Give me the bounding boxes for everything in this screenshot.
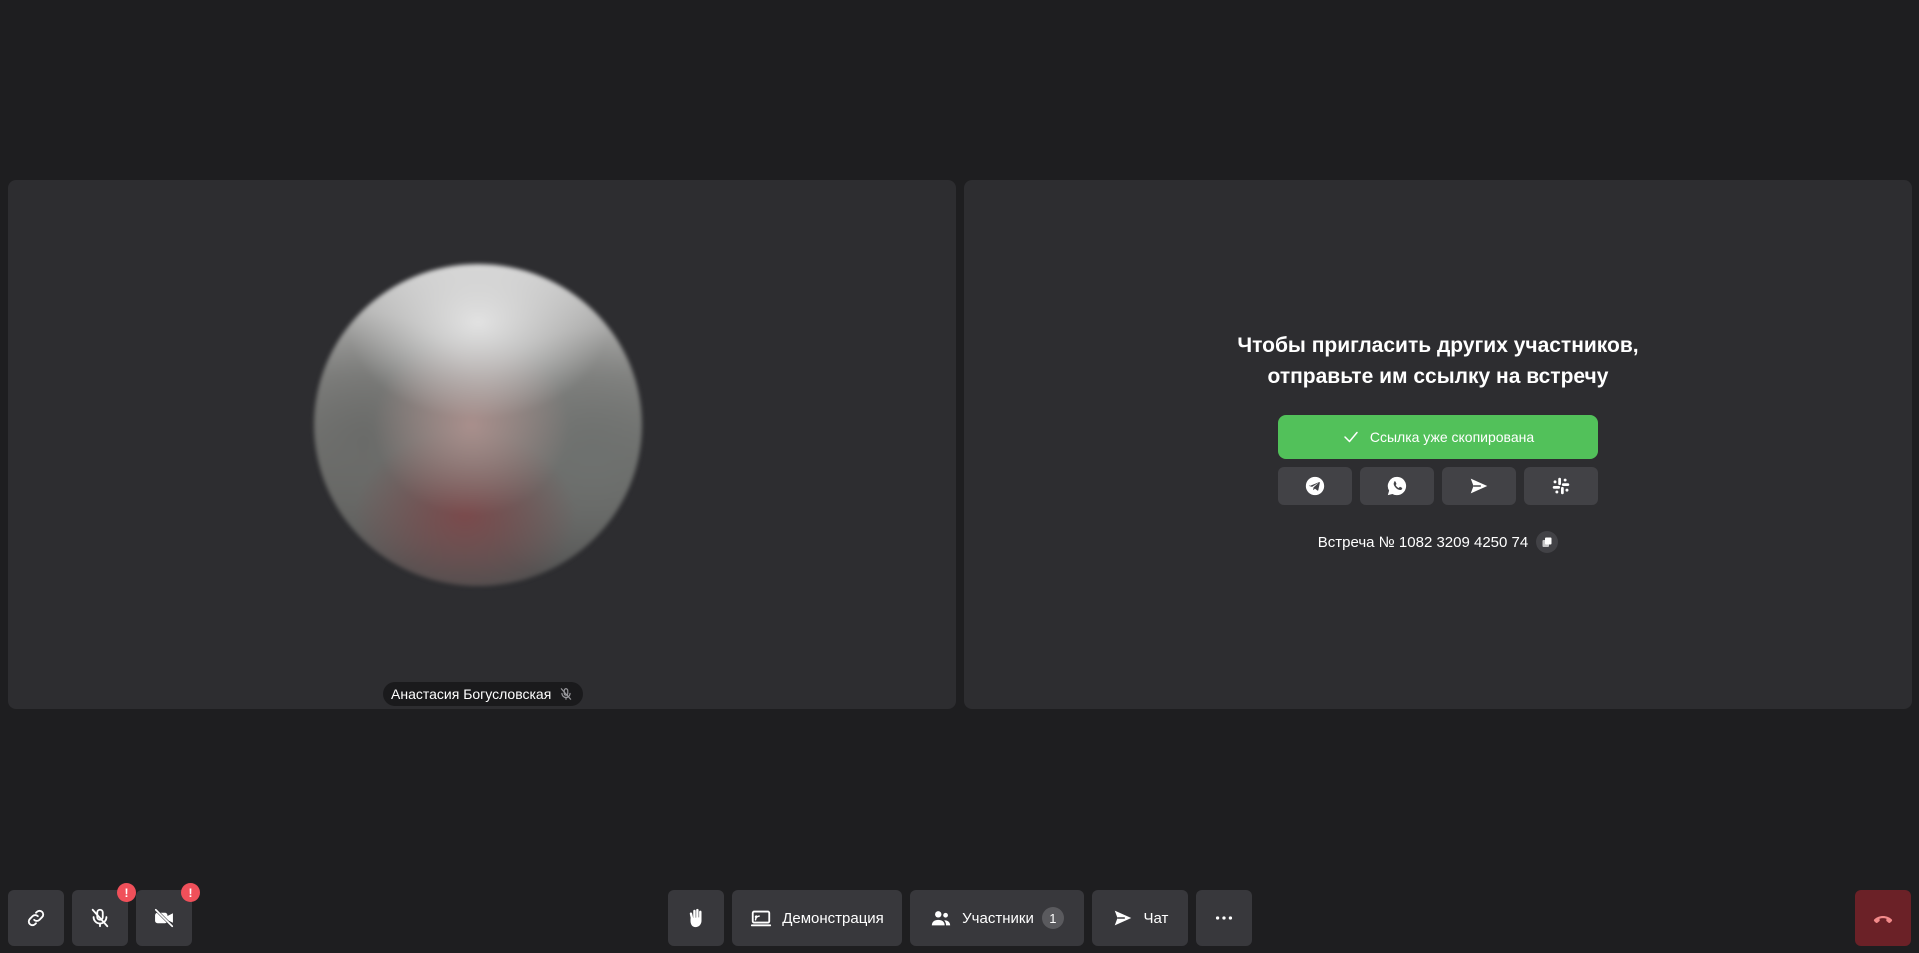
participant-avatar (314, 264, 642, 586)
link-icon (27, 909, 45, 927)
chat-button[interactable]: Чат (1092, 890, 1188, 946)
more-dots-icon (1215, 916, 1233, 920)
participants-icon (931, 911, 951, 926)
meeting-number-row: Встреча № 1082 3209 4250 74 (1317, 531, 1559, 553)
whatsapp-icon (1387, 476, 1407, 496)
telegram-icon (1305, 476, 1325, 496)
camera-toggle-button[interactable]: ! (136, 883, 200, 946)
camera-off-icon (154, 908, 174, 928)
send-icon (1470, 478, 1488, 494)
copy-meeting-number-button[interactable] (1536, 531, 1559, 553)
mic-alert-badge: ! (117, 883, 136, 902)
invite-title-line2: отправьте им ссылку на встречу (1267, 365, 1609, 388)
share-send-button[interactable] (1442, 467, 1516, 505)
mic-off-icon (91, 908, 109, 928)
screen-share-button[interactable]: Демонстрация (732, 890, 902, 946)
meeting-screen: Анастасия Богусловская Чтобы пригласить … (0, 0, 1919, 953)
invite-title: Чтобы пригласить других участников, отпр… (1237, 330, 1638, 392)
microphone-toggle-button[interactable]: ! (72, 883, 136, 946)
share-telegram-button[interactable] (1278, 467, 1352, 505)
meeting-number: Встреча № 1082 3209 4250 74 (1317, 533, 1529, 551)
copy-link-label: Ссылка уже скопирована (1369, 429, 1535, 445)
slack-icon (1552, 477, 1570, 495)
screen-share-icon (751, 910, 772, 927)
end-call-button[interactable] (1855, 890, 1911, 946)
copy-link-button[interactable]: Ссылка уже скопирована (1278, 415, 1598, 459)
participant-name: Анастасия Богусловская (391, 686, 552, 702)
chat-send-icon (1114, 910, 1131, 926)
participant-name-pill: Анастасия Богусловская (383, 682, 584, 706)
raise-hand-button[interactable] (668, 890, 724, 946)
screen-share-label: Демонстрация (782, 909, 884, 927)
participants-button[interactable]: Участники 1 (910, 890, 1084, 946)
invite-panel: Чтобы пригласить других участников, отпр… (964, 330, 1912, 553)
share-slack-button[interactable] (1524, 467, 1598, 505)
share-whatsapp-button[interactable] (1360, 467, 1434, 505)
copy-icon (1542, 537, 1552, 547)
camera-alert-badge: ! (181, 883, 200, 902)
participant-tile[interactable]: Анастасия Богусловская (8, 180, 956, 709)
chat-label: Чат (1143, 909, 1169, 927)
hang-up-icon (1873, 915, 1893, 924)
share-buttons (1278, 467, 1598, 505)
mic-muted-icon (561, 688, 572, 700)
invite-tile: Чтобы пригласить других участников, отпр… (964, 180, 1912, 709)
invite-title-line1: Чтобы пригласить других участников, (1237, 334, 1639, 357)
invite-link-button[interactable] (8, 890, 64, 946)
participants-label: Участники (962, 909, 1034, 927)
check-icon (1344, 431, 1358, 443)
participants-count-badge: 1 (1041, 907, 1064, 929)
more-options-button[interactable] (1196, 890, 1252, 946)
hand-icon (689, 908, 702, 928)
